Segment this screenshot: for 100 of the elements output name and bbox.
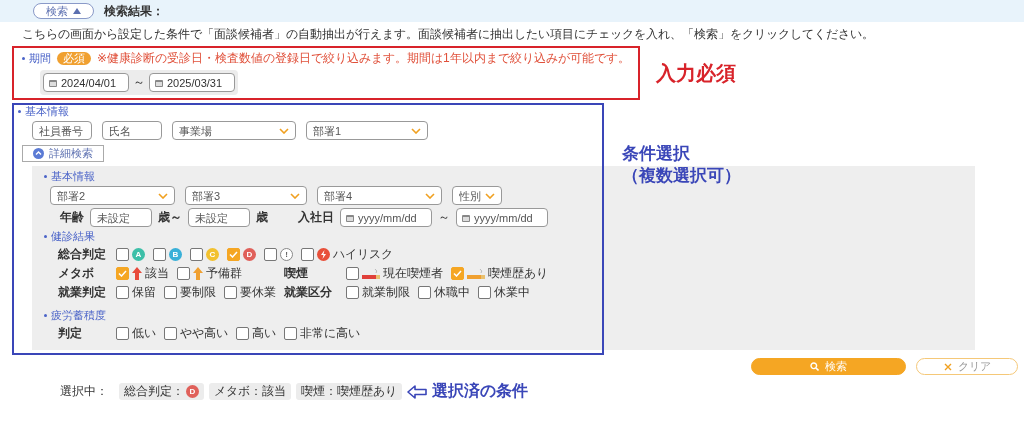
select-field[interactable]: 事業場 <box>172 121 296 140</box>
grade-badge: B <box>169 248 182 261</box>
section-label: 健診結果 <box>51 230 95 243</box>
option-label: 休職中 <box>434 284 470 301</box>
arrow-left-icon <box>407 384 427 399</box>
row-label: 総合判定 <box>58 246 107 263</box>
checkbox[interactable] <box>224 286 237 299</box>
checkbox[interactable] <box>116 267 129 280</box>
close-icon <box>943 362 952 371</box>
row-label: 入社日 <box>298 209 334 226</box>
checkbox[interactable] <box>164 327 177 340</box>
bullet-icon <box>44 235 47 238</box>
selected-label: 選択中： <box>60 383 108 400</box>
checkbox[interactable] <box>451 267 464 280</box>
checkbox[interactable] <box>116 248 129 261</box>
select-field[interactable]: 性別 <box>452 186 502 205</box>
checkbox[interactable] <box>236 327 249 340</box>
grade-badge: ! <box>280 248 293 261</box>
search-icon <box>810 362 819 371</box>
row-label: メタボ <box>58 265 95 282</box>
option-label: 就業制限 <box>362 284 410 301</box>
grade-badge: A <box>132 248 145 261</box>
triangle-up-icon <box>73 8 81 14</box>
checkbox[interactable] <box>264 248 277 261</box>
option-label: 喫煙歴あり <box>488 265 548 282</box>
clear-button[interactable]: クリア <box>916 358 1018 375</box>
grade-badge: D <box>243 248 256 261</box>
bullet-icon <box>18 110 21 113</box>
input-field[interactable]: 氏名 <box>102 121 162 140</box>
checkbox[interactable] <box>284 327 297 340</box>
input-field[interactable]: 未設定 <box>90 208 152 227</box>
annotation-label: （複数選択可） <box>622 165 741 187</box>
chevron-down-icon <box>290 192 300 199</box>
date-field[interactable]: yyyy/mm/dd <box>456 208 548 227</box>
checkbox[interactable] <box>301 248 314 261</box>
checkbox[interactable] <box>478 286 491 299</box>
row-label: 就業区分 <box>284 284 333 301</box>
bullet-icon <box>22 57 25 60</box>
checkbox[interactable] <box>177 267 190 280</box>
option-label: 現在喫煙者 <box>383 265 443 282</box>
annotation-label: 選択済の条件 <box>432 381 528 401</box>
input-field[interactable]: 社員番号 <box>32 121 92 140</box>
bullet-icon <box>44 175 47 178</box>
option-label: ハイリスク <box>333 246 393 263</box>
option-label: 非常に高い <box>300 325 360 342</box>
calendar-icon <box>155 78 163 87</box>
chevron-down-icon <box>279 127 289 134</box>
input-field[interactable]: 未設定 <box>188 208 250 227</box>
bullet-icon <box>44 314 47 317</box>
calendar-icon <box>346 213 354 222</box>
option-label: 低い <box>132 325 156 342</box>
chip-label: 喫煙：喫煙歴あり <box>301 383 397 400</box>
chevron-up-icon <box>33 148 44 159</box>
checkbox[interactable] <box>164 286 177 299</box>
calendar-icon <box>49 78 57 87</box>
grade-badge: D <box>186 385 199 398</box>
row-label: 年齢 <box>60 209 84 226</box>
checkbox[interactable] <box>227 248 240 261</box>
option-label: 保留 <box>132 284 156 301</box>
result-label: 検索結果： <box>104 2 164 20</box>
section-label: 基本情報 <box>25 105 69 118</box>
checkbox[interactable] <box>116 327 129 340</box>
row-label: 喫煙 <box>284 265 309 282</box>
grade-badge: C <box>206 248 219 261</box>
annotation-label: 入力必須 <box>655 60 736 86</box>
checkbox[interactable] <box>418 286 431 299</box>
date-field[interactable]: 2025/03/31 <box>149 73 235 92</box>
section-label: 期間 <box>29 52 51 65</box>
option-label: 予備群 <box>206 265 242 282</box>
search-toggle-button[interactable]: 検索 <box>33 3 94 19</box>
unit-label: 歳～ <box>158 209 182 226</box>
option-label: 要制限 <box>180 284 216 301</box>
checkbox[interactable] <box>153 248 166 261</box>
chip-label: 総合判定： <box>124 383 184 400</box>
chevron-down-icon <box>485 192 495 199</box>
section-label: 疲労蓄積度 <box>51 309 106 322</box>
select-field[interactable]: 部署1 <box>306 121 428 140</box>
date-field[interactable]: yyyy/mm/dd <box>340 208 432 227</box>
range-separator: ～ <box>133 74 145 91</box>
chip-label: メタボ：該当 <box>214 383 286 400</box>
option-label: やや高い <box>180 325 228 342</box>
select-field[interactable]: 部署4 <box>317 186 442 205</box>
option-label: 該当 <box>145 265 169 282</box>
select-field[interactable]: 部署2 <box>50 186 175 205</box>
chevron-down-icon <box>158 192 168 199</box>
option-label: 高い <box>252 325 276 342</box>
detail-search-button[interactable]: 詳細検索 <box>22 145 104 162</box>
required-badge: 必須 <box>57 52 91 65</box>
row-label: 就業判定 <box>58 284 107 301</box>
annotation-label: 条件選択 <box>622 143 691 165</box>
date-field[interactable]: 2024/04/01 <box>43 73 129 92</box>
option-label: 要休業 <box>240 284 276 301</box>
checkbox[interactable] <box>190 248 203 261</box>
chevron-down-icon <box>425 192 435 199</box>
checkbox[interactable] <box>346 267 359 280</box>
select-field[interactable]: 部署3 <box>185 186 307 205</box>
row-label: 判定 <box>58 325 83 342</box>
section-label: 基本情報 <box>51 170 95 183</box>
checkbox[interactable] <box>116 286 129 299</box>
checkbox[interactable] <box>346 286 359 299</box>
